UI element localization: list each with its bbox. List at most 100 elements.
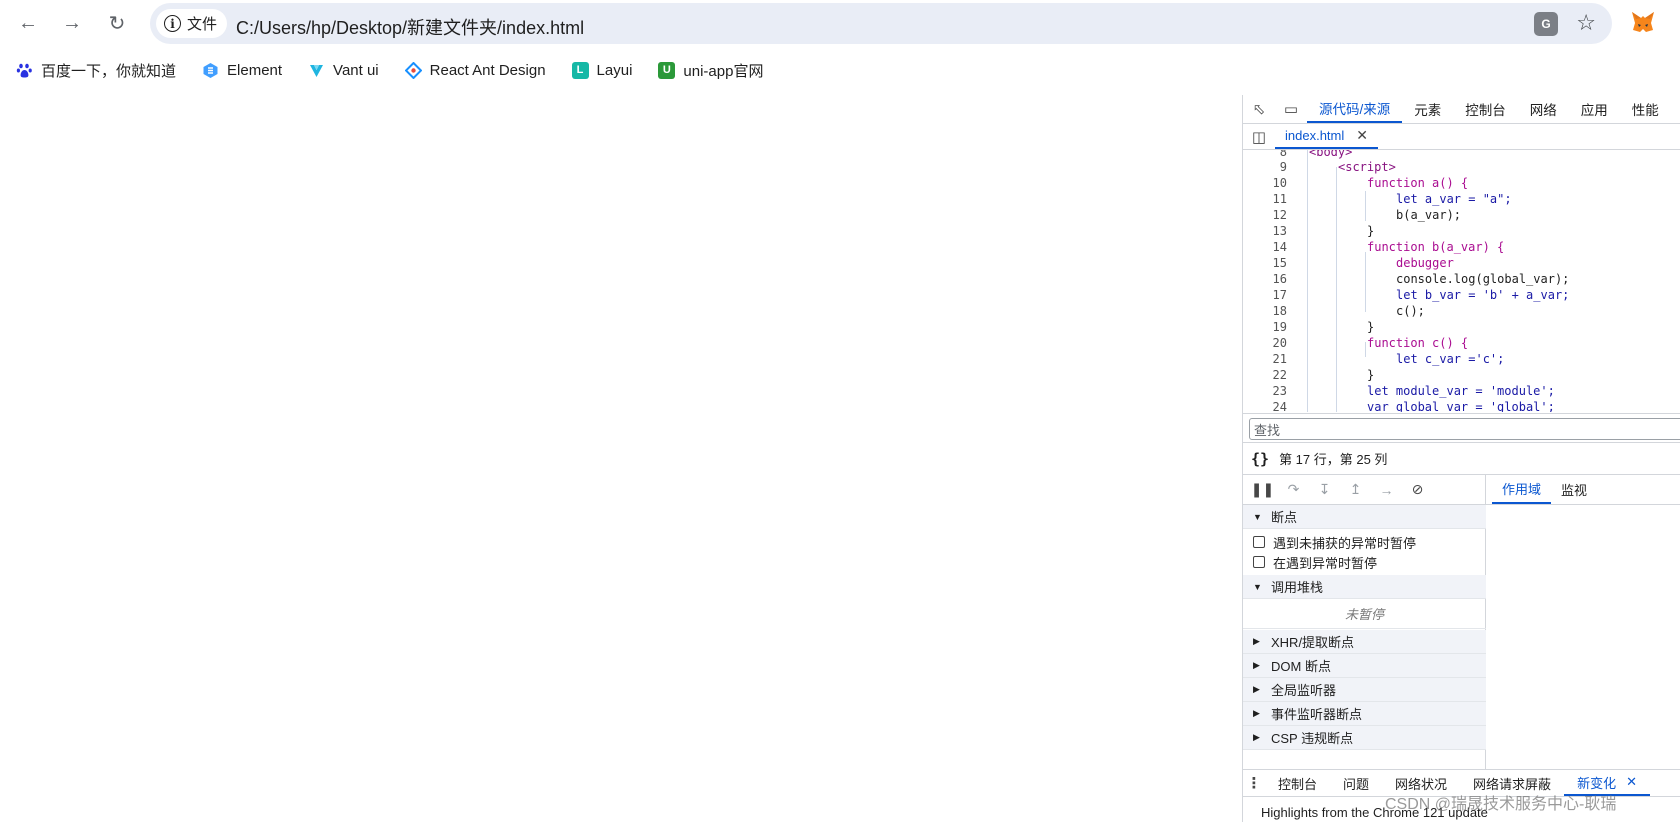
code-line: 12 b(a_var); [1272,208,1462,222]
pause-icon: ❚❚ [1250,481,1275,497]
tab-network[interactable]: 网络 [1518,95,1569,123]
bookmark-star-icon[interactable]: ☆ [1576,10,1596,36]
section-global-listeners[interactable]: ▶ 全局监听器 [1243,678,1486,702]
step-into-button[interactable]: ↧ [1311,478,1338,502]
site-info-label: 文件 [187,16,218,33]
watermark: CSDN @瑞晟技术服务中心-耿瑞 [1385,796,1617,813]
scope-panel: 作用域 监视 [1486,475,1680,769]
more-vertical-icon[interactable]: ⋮ [1243,770,1265,796]
section-dom-breakpoints[interactable]: ▶ DOM 断点 [1243,654,1486,678]
triangle-down-icon: ▼ [1253,581,1262,592]
tab-console[interactable]: 控制台 [1453,95,1518,123]
editor-status-bar: {} 第 17 行，第 25 列 [1243,443,1680,475]
site-info-chip[interactable]: i 文件 [156,9,228,38]
bookmark-baidu[interactable]: 百度一下，你就知道 [16,60,176,81]
file-tab-index[interactable]: index.html ✕ [1275,124,1378,149]
code-line: 24 var global_var = 'global'; [1272,400,1555,412]
deactivate-breakpoints-button[interactable]: ⊘ [1404,478,1431,502]
forward-button[interactable]: → [58,9,86,37]
breakpoint-off-icon: ⊘ [1411,481,1424,497]
editor-file-tabs: ◫ index.html ✕ [1243,124,1680,150]
baidu-paw-icon [16,63,32,78]
step-into-icon: ↧ [1318,481,1331,497]
pause-uncaught-option[interactable]: 遇到未捕获的异常时暂停 [1243,532,1486,552]
code-line: 13} [1272,224,1375,238]
code-line: 22} [1272,368,1375,382]
triangle-right-icon: ▶ [1253,636,1260,646]
section-event-listener-breakpoints[interactable]: ▶ 事件监听器断点 [1243,702,1486,726]
code-line: 18 c(); [1272,304,1425,318]
scope-tab-bar: 作用域 监视 [1486,475,1680,505]
code-line: 17 let b_var = 'b' + a_var; [1272,288,1570,302]
code-line: 10 function a() { [1272,176,1469,190]
arrow-right-icon: → [62,11,82,34]
back-button[interactable]: ← [14,9,42,37]
devtools-panel: ⬁ ▭ 源代码/来源 元素 控制台 网络 应用 性能 ◫ index.html … [1242,95,1680,822]
code-line: 21 let c_var ='c'; [1272,352,1505,366]
devtools-tab-bar: ⬁ ▭ 源代码/来源 元素 控制台 网络 应用 性能 [1243,95,1680,124]
search-input[interactable]: 查找 [1249,418,1680,440]
triangle-right-icon: ▶ [1253,684,1260,694]
bookmark-uniapp[interactable]: U uni-app官网 [658,60,763,81]
section-csp-breakpoints[interactable]: ▶ CSP 违规断点 [1243,726,1486,750]
tab-sources[interactable]: 源代码/来源 [1307,95,1403,123]
section-xhr-breakpoints[interactable]: ▶ XHR/提取断点 [1243,630,1486,654]
tab-watch[interactable]: 监视 [1551,475,1597,504]
step-over-icon: ↷ [1287,481,1300,497]
code-line: 20 function c() { [1272,336,1469,350]
triangle-down-icon: ▼ [1253,511,1262,522]
step-out-button[interactable]: ↥ [1342,478,1369,502]
tab-application[interactable]: 应用 [1569,95,1620,123]
pause-caught-option[interactable]: 在遇到异常时暂停 [1243,552,1486,572]
checkbox[interactable] [1253,536,1265,548]
device-toolbar-icon[interactable]: ▭ [1275,95,1307,123]
address-bar[interactable]: i 文件 C:/Users/hp/Desktop/新建文件夹/index.htm… [150,3,1612,44]
code-line: 11 let a_var = "a"; [1272,192,1512,206]
close-icon[interactable]: ✕ [1356,127,1368,144]
bookmark-element[interactable]: Element [202,62,282,79]
search-bar: 查找 [1243,413,1680,443]
section-breakpoints[interactable]: ▼ 断点 [1243,505,1486,529]
code-line: 9 <script> [1279,160,1396,174]
step-over-button[interactable]: ↷ [1280,478,1307,502]
toggle-navigator-icon[interactable]: ◫ [1243,124,1275,149]
browser-toolbar: ← → ↻ i 文件 C:/Users/hp/Desktop/新建文件夹/ind… [0,0,1680,46]
triangle-right-icon: ▶ [1253,732,1260,742]
bookmark-antd[interactable]: React Ant Design [404,61,546,79]
section-call-stack[interactable]: ▼ 调用堆栈 [1243,575,1486,599]
step-button[interactable]: → [1373,478,1400,502]
translate-icon[interactable]: G [1534,12,1558,36]
drawer-tab-issues[interactable]: 问题 [1330,770,1382,796]
metamask-fox-icon[interactable] [1630,10,1656,34]
antd-icon [404,61,422,79]
bookmarks-bar: 百度一下，你就知道 Element Vant ui React Ant Desi… [0,52,1680,88]
step-out-icon: ↥ [1349,481,1362,497]
bookmark-layui[interactable]: L Layui [571,61,632,79]
code-line: 15 debugger [1272,256,1454,270]
url-text[interactable]: C:/Users/hp/Desktop/新建文件夹/index.html [236,14,584,40]
code-line: 16 console.log(global_var); [1272,272,1570,286]
tab-performance[interactable]: 性能 [1620,95,1671,123]
code-line: 23 let module_var = 'module'; [1272,384,1555,398]
arrow-left-icon: ← [18,11,38,34]
drawer-tab-console[interactable]: 控制台 [1265,770,1330,796]
pretty-print-icon[interactable]: {} [1251,450,1269,468]
checkbox[interactable] [1253,556,1265,568]
bookmark-vant[interactable]: Vant ui [308,62,379,79]
info-icon: i [164,15,181,32]
code-editor[interactable]: 8 <body> 9 <script> 10 function a() { 11 let… [1243,150,1680,412]
vant-icon [310,64,324,77]
inspect-element-icon[interactable]: ⬁ [1243,95,1275,123]
reload-icon: ↻ [108,12,126,35]
tab-elements[interactable]: 元素 [1402,95,1453,123]
close-icon[interactable]: ✕ [1626,774,1637,790]
debugger-toolbar: ❚❚ ↷ ↧ ↥ → ⊘ [1243,475,1486,505]
debugger-sidebar: ❚❚ ↷ ↧ ↥ → ⊘ ▼ 断点 遇到未捕获的异常时暂停 在遇到异常时暂停 ▼… [1243,475,1486,769]
step-icon: → [1379,481,1394,498]
pause-button[interactable]: ❚❚ [1249,478,1276,502]
tab-scope[interactable]: 作用域 [1492,475,1552,504]
layui-icon: L [571,61,589,79]
reload-button[interactable]: ↻ [103,9,131,37]
triangle-right-icon: ▶ [1253,708,1260,718]
element-icon [203,62,218,78]
